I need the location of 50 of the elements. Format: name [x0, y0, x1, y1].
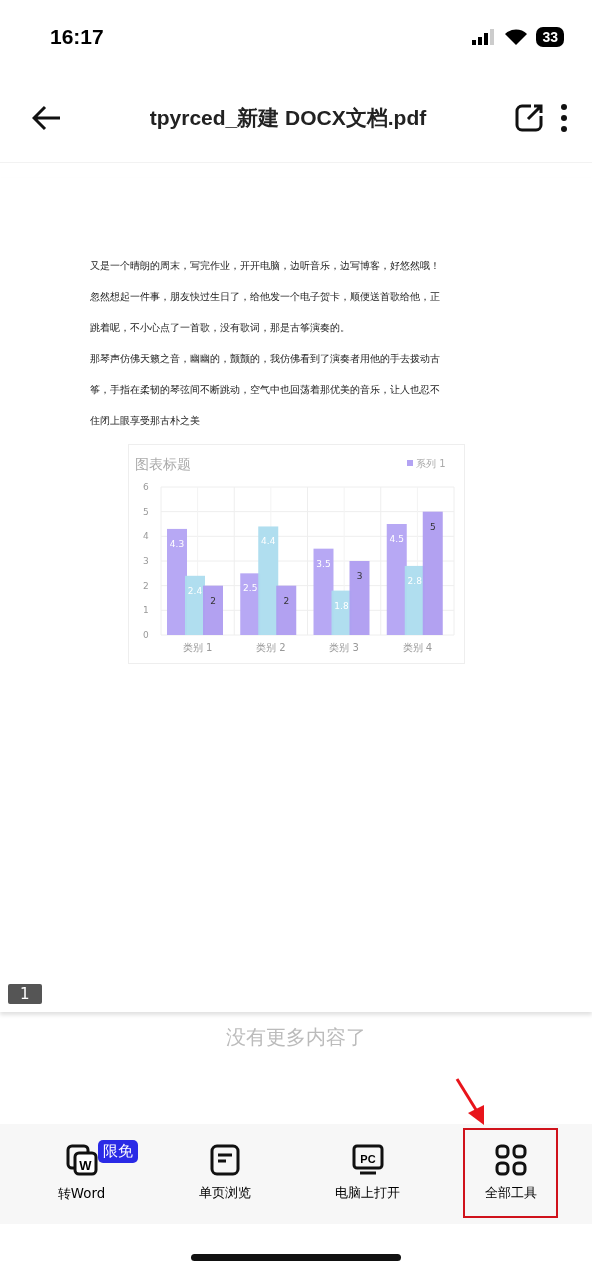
- more-button[interactable]: [558, 103, 570, 133]
- toolbar-button[interactable]: PC 电脑上打开: [298, 1128, 437, 1218]
- grid-icon: [494, 1144, 527, 1176]
- chart-bar: [203, 585, 223, 635]
- paragraph-text: 忽然想起一件事，朋友快过生日了，给他发一个电子贺卡，顺便送首歌给他，正: [90, 290, 441, 304]
- free-badge: 限免: [98, 1140, 138, 1163]
- battery-level: 33: [536, 27, 564, 47]
- toolbar-button[interactable]: 单页浏览: [155, 1128, 294, 1218]
- paragraph-text: 跳着呢，不小心点了一首歌，没有歌词，那是古筝演奏的。: [90, 321, 351, 335]
- paragraph-text: 那琴声仿佛天籁之音，幽幽的，颤颤的，我仿佛看到了演奏者用他的手去拨动古: [90, 352, 441, 366]
- paragraph-text: 住闭上眼享受那古朴之美: [90, 414, 201, 428]
- paragraph-text: 又是一个晴朗的周末，写完作业，开开电脑，边听音乐，边写博客，好悠然哦！: [90, 259, 441, 273]
- data-label: 2.8: [407, 575, 422, 586]
- legend-label: 系列 1: [416, 458, 446, 469]
- toolbar-button[interactable]: 全部工具: [463, 1128, 558, 1218]
- data-label: 3.5: [316, 558, 331, 569]
- data-label: 4.4: [261, 536, 276, 547]
- data-label: 2: [283, 595, 290, 606]
- legend-item: 系列 1: [407, 458, 446, 469]
- data-label: 3: [356, 571, 363, 581]
- axis-tick-label: 4: [143, 531, 149, 542]
- chart-title: 图表标题: [135, 456, 191, 472]
- wifi-icon: [504, 28, 529, 46]
- axis-tick-label: 5: [143, 506, 149, 517]
- document-title: tpyrced_新建 DOCX文档.pdf: [148, 105, 428, 131]
- signal-icon: [472, 29, 497, 45]
- category-label: 类别 1: [182, 642, 213, 653]
- share-button[interactable]: [514, 103, 544, 133]
- axis-tick-label: 2: [143, 580, 149, 591]
- data-label: 4.3: [169, 538, 185, 549]
- back-button[interactable]: [32, 105, 62, 131]
- axis-tick-label: 0: [143, 630, 149, 640]
- paragraph-text: 筝，手指在柔韧的琴弦间不断跳动，空气中也回荡着那优美的音乐，让人也忍不: [90, 383, 441, 397]
- toolbar-button[interactable]: W 限免 转Word: [12, 1128, 151, 1218]
- category-label: 类别 3: [329, 642, 359, 653]
- end-of-content-text: 没有更多内容了: [226, 1025, 366, 1049]
- status-time: 16:17: [50, 25, 104, 49]
- data-label: 2.4: [187, 585, 203, 596]
- page-number: 1: [8, 984, 42, 1004]
- category-label: 类别 2: [256, 642, 286, 653]
- axis-tick-label: 6: [143, 482, 149, 492]
- data-label: 1.8: [334, 600, 349, 611]
- axis-tick-label: 3: [143, 556, 149, 566]
- category-label: 类别 4: [402, 642, 433, 653]
- axis-tick-label: 1: [143, 605, 149, 616]
- data-label: 2.5: [243, 583, 258, 594]
- data-label: 4.5: [389, 534, 404, 544]
- document-icon: [209, 1144, 240, 1176]
- data-label: 5: [429, 521, 436, 532]
- data-label: 2: [210, 595, 216, 606]
